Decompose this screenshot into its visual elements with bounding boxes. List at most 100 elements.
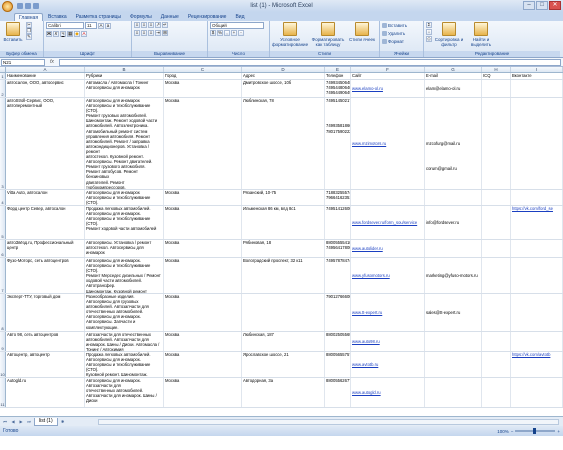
cell-addr[interactable] [242, 294, 325, 331]
cell-site[interactable]: www.autogld.ru [351, 378, 425, 407]
cell-styles-button[interactable]: Стили ячеек [348, 22, 376, 42]
cell-vk[interactable] [511, 240, 563, 257]
paste-button[interactable]: Вставить [2, 22, 24, 42]
number-format-select[interactable]: Общий [210, 22, 264, 29]
header-cell[interactable]: E-mail [425, 73, 482, 79]
cell-name[interactable]: автосалон, ООО, автосервис [6, 80, 85, 97]
column-header[interactable]: B [85, 67, 164, 72]
cell-vk[interactable] [511, 332, 563, 351]
font-name-select[interactable]: Calibri [46, 22, 84, 29]
spreadsheet-grid[interactable]: A B C D E F G H I 1 Наименование Рубрики… [0, 67, 563, 416]
horizontal-scrollbar[interactable] [97, 418, 559, 425]
tab-formulas[interactable]: Формулы [126, 13, 156, 21]
tab-page-layout[interactable]: Разметка страницы [72, 13, 125, 21]
shrink-font-icon[interactable]: a [105, 22, 111, 29]
cell-email[interactable] [425, 332, 482, 351]
prev-sheet-icon[interactable]: ◀ [10, 419, 16, 425]
cell-icq[interactable] [482, 98, 511, 189]
align-middle-icon[interactable]: ≡ [141, 22, 147, 28]
last-sheet-icon[interactable]: ⏭ [26, 419, 32, 425]
cell-addr[interactable]: Рябиновая, 18 [242, 240, 325, 257]
cell-name[interactable]: Фузо-Моторс, сеть автоцентров [6, 258, 85, 293]
cell-site[interactable]: www.autolider.ru [351, 240, 425, 257]
cell-email[interactable]: marketing@yfuso-motors.ru [425, 258, 482, 293]
cell-addr[interactable]: Дмитровское шоссе, 10б [242, 80, 325, 97]
cell-icq[interactable] [482, 332, 511, 351]
zoom-in-icon[interactable]: + [557, 429, 560, 434]
cell-rub[interactable]: Автосервисы для иномарок Автосервисы и т… [85, 98, 164, 189]
header-cell[interactable]: Сайт [351, 73, 425, 79]
format-painter-icon[interactable]: ✎ [26, 34, 32, 40]
cell-tel[interactable]: 74993450648 74954480640 74954490649 [325, 80, 351, 97]
column-header[interactable]: D [242, 67, 325, 72]
cell-name[interactable]: автоЗвёзд.ru, Профессиональный центр [6, 240, 85, 257]
font-size-select[interactable]: 11 [85, 22, 97, 29]
cell-name[interactable]: Автоцентр, автоцентр [6, 352, 85, 377]
cell-addr[interactable]: Любинская, 187 [242, 332, 325, 351]
cell-tel[interactable]: 71883255574 79664162351 [325, 190, 351, 205]
cell-vk[interactable] [511, 258, 563, 293]
find-select-button[interactable]: Найти и выделить [466, 22, 496, 47]
maximize-button[interactable]: □ [536, 1, 548, 10]
currency-icon[interactable]: $ [210, 30, 216, 36]
comma-icon[interactable]: , [224, 30, 230, 36]
cell-rub[interactable]: Автосервисы для иномарок Автосервисы и т… [85, 190, 164, 205]
zoom-level[interactable]: 100% [497, 429, 509, 434]
cell-rub[interactable]: Автосервисы. Установка / ремонт автостек… [85, 240, 164, 257]
cell-vk[interactable] [511, 80, 563, 97]
cell-addr[interactable]: Ярославское шоссе, 21 [242, 352, 325, 377]
cell-rub[interactable]: Разнообразные изделия. Автосервисы для г… [85, 294, 164, 331]
align-center-icon[interactable]: ≡ [141, 30, 147, 36]
header-cell[interactable]: Вконтакте [511, 73, 563, 79]
cell-addr[interactable]: Люблинская, 78 [242, 98, 325, 189]
cell-tel[interactable]: 74951450217 74993581866 78017590222 [325, 98, 351, 189]
cell-city[interactable]: Москва [164, 206, 242, 239]
cell-icq[interactable] [482, 352, 511, 377]
cell-name[interactable]: Эксперт-ТТУ, торговый дом [6, 294, 85, 331]
cell-tel[interactable]: 74957878474 [325, 258, 351, 293]
cell-tel[interactable]: 88005655757 [325, 352, 351, 377]
cell-site[interactable]: www.auto98.ru [351, 332, 425, 351]
tab-insert[interactable]: Вставка [44, 13, 71, 21]
cell-name[interactable]: Авто 98, сеть автоцентров [6, 332, 85, 351]
borders-icon[interactable]: ▦ [67, 31, 73, 37]
cell-icq[interactable] [482, 378, 511, 407]
tab-view[interactable]: Вид [231, 13, 248, 21]
percent-icon[interactable]: % [217, 30, 223, 36]
fill-color-icon[interactable]: ◆ [74, 31, 80, 37]
cell-rub[interactable]: Продажа легковых автомобилей. Автосервис… [85, 206, 164, 239]
column-header[interactable]: C [164, 67, 242, 72]
header-cell[interactable]: Адрес [242, 73, 325, 79]
align-bottom-icon[interactable]: ≡ [148, 22, 154, 28]
cell-name[interactable]: Autogld.ru [6, 378, 85, 407]
format-cells-button[interactable]: Формат [382, 38, 404, 45]
header-cell[interactable]: ICQ [482, 73, 511, 79]
bold-icon[interactable]: Ж [46, 31, 52, 37]
align-left-icon[interactable]: ≡ [134, 30, 140, 36]
italic-icon[interactable]: К [53, 31, 59, 37]
cell-vk[interactable] [511, 378, 563, 407]
cell-rub[interactable]: Автосервисы для иномарок. Автосервисы и … [85, 258, 164, 293]
cell-tel[interactable]: 88005562677 [325, 378, 351, 407]
cell-site[interactable]: www.fordsever.ru/form_sou/service [351, 206, 425, 239]
column-header[interactable]: A [6, 67, 85, 72]
header-cell[interactable]: Телефон [325, 73, 351, 79]
cell-site[interactable]: www.tt-expert.ru [351, 294, 425, 331]
cell-city[interactable]: Москва [164, 190, 242, 205]
zoom-slider[interactable] [515, 428, 556, 434]
cell-name[interactable]: Vitta Auto, автосалон [6, 190, 85, 205]
cell-email[interactable] [425, 240, 482, 257]
wrap-text-icon[interactable]: ↵ [162, 22, 168, 28]
cell-tel[interactable]: 79012766600 [325, 294, 351, 331]
cell-icq[interactable] [482, 294, 511, 331]
zoom-out-icon[interactable]: − [511, 429, 514, 434]
tab-data[interactable]: Данные [157, 13, 183, 21]
clear-icon[interactable]: ◇ [426, 36, 432, 42]
font-color-icon[interactable]: A [81, 31, 87, 37]
name-box[interactable]: N21 [1, 58, 45, 66]
cell-tel[interactable]: 88005555410 74956417800 [325, 240, 351, 257]
tab-home[interactable]: Главная [14, 13, 44, 21]
cell-vk[interactable]: https://vk.com/ford_se [511, 206, 563, 239]
cell-site[interactable]: www.yfusomotors.ru [351, 258, 425, 293]
fill-icon[interactable]: ↓ [426, 29, 432, 35]
